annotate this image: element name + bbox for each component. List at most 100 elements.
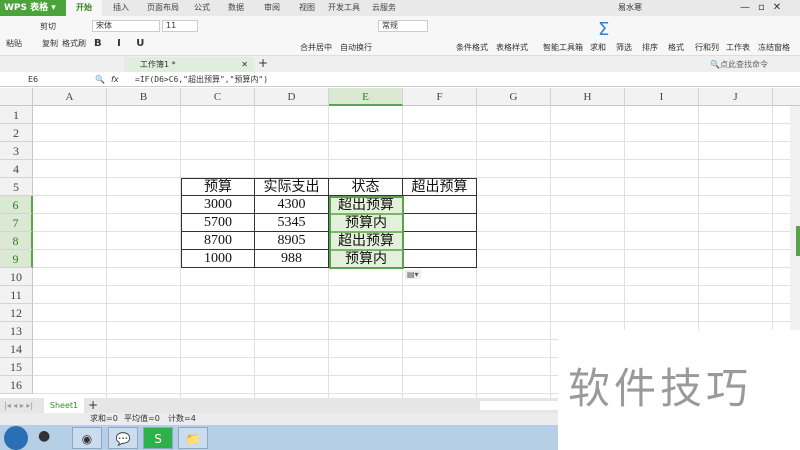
wps-menu-button[interactable]: WPS 表格 ▾ — [0, 0, 66, 16]
tab-8[interactable]: 云服务 — [364, 0, 404, 16]
row-header-6[interactable]: 6 — [0, 196, 33, 214]
chrome-icon[interactable]: ◉ — [72, 427, 102, 449]
tab-7[interactable]: 开发工具 — [324, 0, 364, 16]
filter-button[interactable]: 筛选 — [616, 42, 632, 53]
row-header-13[interactable]: 13 — [0, 322, 33, 340]
name-box[interactable]: E6 — [28, 72, 38, 87]
command-search[interactable]: 🔍点此查找命令 — [710, 59, 768, 70]
table-cell[interactable]: 8700 — [181, 232, 255, 250]
formula-bar: E6 🔍 fx =IF(D6>C6,"超出预算","预算内") — [0, 72, 800, 87]
table-header-cell[interactable]: 预算 — [181, 178, 255, 196]
table-cell[interactable]: 5700 — [181, 214, 255, 232]
row-header-4[interactable]: 4 — [0, 160, 33, 178]
user-name[interactable]: 易水寒 — [618, 1, 642, 15]
wrap-text-button[interactable]: 自动换行 — [340, 42, 372, 53]
row-header-8[interactable]: 8 — [0, 232, 33, 250]
column-header-A[interactable]: A — [33, 88, 107, 106]
row-header-10[interactable]: 10 — [0, 268, 33, 286]
worksheet-button[interactable]: 工作表 — [726, 42, 750, 53]
close-icon[interactable]: ✕ — [241, 57, 248, 72]
table-header-cell[interactable]: 超出预算 — [403, 178, 477, 196]
format-button[interactable]: 格式 — [668, 42, 684, 53]
app-name: WPS 表格 — [4, 3, 49, 13]
fx-button[interactable]: fx — [111, 72, 119, 87]
column-header-I[interactable]: I — [625, 88, 699, 106]
tab-2[interactable]: 页面布局 — [140, 0, 186, 16]
row-header-16[interactable]: 16 — [0, 376, 33, 394]
wps-taskbar-icon[interactable]: S — [143, 427, 173, 449]
window-controls[interactable]: —▫✕ — [740, 1, 789, 15]
table-cell[interactable]: 5345 — [255, 214, 329, 232]
row-header-3[interactable]: 3 — [0, 142, 33, 160]
column-header-G[interactable]: G — [477, 88, 551, 106]
sheet-tab-sheet1[interactable]: Sheet1 — [44, 398, 84, 413]
tab-0[interactable]: 开始 — [66, 0, 102, 16]
row-header-11[interactable]: 11 — [0, 286, 33, 304]
sort-button[interactable]: 排序 — [642, 42, 658, 53]
add-sheet-button[interactable]: + — [88, 398, 98, 412]
wechat-icon[interactable]: 💬 — [108, 427, 138, 449]
table-cell[interactable]: 3000 — [181, 196, 255, 214]
sheet-nav-arrows[interactable]: |◂ ◂ ▸ ▸| — [4, 398, 33, 413]
table-cell[interactable] — [403, 196, 477, 214]
cut-button[interactable]: 剪切 — [40, 21, 56, 32]
sum-button[interactable]: 求和 — [590, 42, 606, 53]
bold-italic-underline[interactable]: B I U — [94, 38, 150, 49]
font-select[interactable]: 宋体 — [92, 20, 160, 32]
column-header-J[interactable]: J — [699, 88, 773, 106]
horizontal-scrollbar[interactable] — [480, 401, 560, 410]
start-button[interactable] — [4, 426, 28, 450]
table-cell[interactable]: 4300 — [255, 196, 329, 214]
quick-access-bar — [0, 56, 800, 72]
font-size-select[interactable]: 11 — [162, 20, 198, 32]
tab-4[interactable]: 数据 — [218, 0, 254, 16]
grid-line — [106, 106, 107, 398]
row-col-button[interactable]: 行和列 — [695, 42, 719, 53]
row-header-14[interactable]: 14 — [0, 340, 33, 358]
number-format-select[interactable]: 常规 — [378, 20, 428, 32]
table-header-cell[interactable]: 实际支出 — [255, 178, 329, 196]
row-header-2[interactable]: 2 — [0, 124, 33, 142]
paste-button[interactable]: 粘贴 — [6, 38, 22, 49]
table-header-cell[interactable]: 状态 — [329, 178, 403, 196]
app-launcher-icon[interactable]: ● — [38, 428, 50, 444]
table-cell[interactable] — [403, 232, 477, 250]
freeze-button[interactable]: 冻结窗格 — [758, 42, 790, 53]
row-header-15[interactable]: 15 — [0, 358, 33, 376]
folder-icon[interactable]: 📁 — [178, 427, 208, 449]
format-painter-button[interactable]: 格式刷 — [62, 38, 86, 49]
select-all-corner[interactable] — [0, 88, 33, 106]
row-header-7[interactable]: 7 — [0, 214, 33, 232]
table-cell[interactable] — [403, 214, 477, 232]
smart-toolbox-button[interactable]: 智能工具箱 — [543, 42, 583, 53]
tab-5[interactable]: 审阅 — [254, 0, 290, 16]
table-cell[interactable]: 8905 — [255, 232, 329, 250]
table-style-button[interactable]: 表格样式 — [496, 42, 528, 53]
tab-6[interactable]: 视图 — [290, 0, 324, 16]
document-tab[interactable]: 工作簿1 * ✕ — [124, 57, 254, 72]
row-header-9[interactable]: 9 — [0, 250, 33, 268]
row-header-5[interactable]: 5 — [0, 178, 33, 196]
table-cell[interactable]: 988 — [255, 250, 329, 268]
row-header-1[interactable]: 1 — [0, 106, 33, 124]
column-header-E[interactable]: E — [329, 88, 403, 106]
formula-input[interactable]: =IF(D6>C6,"超出预算","预算内") — [135, 72, 268, 87]
merge-center-button[interactable]: 合并居中 — [300, 42, 332, 53]
copy-button[interactable]: 复制 — [42, 38, 58, 49]
row-header-12[interactable]: 12 — [0, 304, 33, 322]
tab-3[interactable]: 公式 — [186, 0, 218, 16]
grid-line — [33, 303, 790, 304]
paste-options-icon[interactable]: ▤▾ — [405, 270, 421, 279]
table-cell[interactable] — [403, 250, 477, 268]
new-tab-button[interactable]: + — [258, 56, 268, 70]
column-header-F[interactable]: F — [403, 88, 477, 106]
column-header-C[interactable]: C — [181, 88, 255, 106]
conditional-format-button[interactable]: 条件格式 — [456, 42, 488, 53]
column-header-D[interactable]: D — [255, 88, 329, 106]
tab-1[interactable]: 插入 — [102, 0, 140, 16]
column-header-B[interactable]: B — [107, 88, 181, 106]
grid-line — [33, 123, 790, 124]
column-header-H[interactable]: H — [551, 88, 625, 106]
table-cell[interactable]: 1000 — [181, 250, 255, 268]
zoom-icon[interactable]: 🔍 — [95, 72, 105, 87]
